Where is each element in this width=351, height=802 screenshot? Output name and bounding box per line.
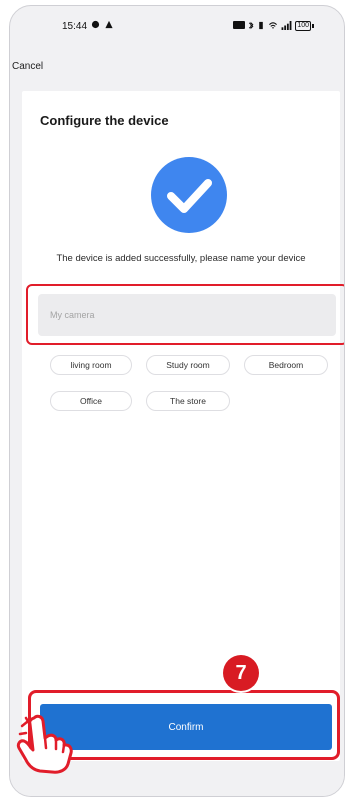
suggestion-chip-study-room[interactable]: Study room bbox=[146, 355, 230, 375]
app-notification-icon bbox=[104, 20, 114, 32]
battery-level: 100 bbox=[295, 21, 311, 31]
status-bar: 15:44 100 bbox=[10, 6, 344, 46]
step-badge: 7 bbox=[223, 655, 259, 691]
confirm-button[interactable]: Confirm bbox=[40, 704, 332, 750]
tap-hand-icon bbox=[16, 712, 76, 774]
success-message: The device is added successfully, please… bbox=[56, 253, 306, 264]
suggestion-chip-living-room[interactable]: living room bbox=[50, 355, 132, 375]
configure-card: Configure the device The device is added… bbox=[22, 91, 344, 761]
suggestion-chip-the-store[interactable]: The store bbox=[146, 391, 230, 411]
notification-icon bbox=[91, 20, 100, 32]
battery-icon: 100 bbox=[295, 21, 314, 31]
signal-icon bbox=[281, 20, 292, 32]
phone-frame: 15:44 100 Cancel Configure the device Th… bbox=[9, 5, 345, 797]
bluetooth-icon bbox=[248, 21, 254, 32]
status-right: 100 bbox=[233, 20, 314, 32]
suggestion-chip-bedroom[interactable]: Bedroom bbox=[244, 355, 328, 375]
vibrate-icon bbox=[257, 21, 265, 32]
page-title: Configure the device bbox=[40, 113, 169, 128]
status-time: 15:44 bbox=[62, 20, 88, 32]
success-check-icon bbox=[150, 156, 228, 234]
data-icon bbox=[233, 21, 246, 31]
suggestion-chip-office[interactable]: Office bbox=[50, 391, 132, 411]
cancel-button[interactable]: Cancel bbox=[12, 61, 43, 72]
status-left: 15:44 bbox=[62, 20, 114, 32]
device-name-input[interactable] bbox=[38, 294, 336, 336]
wifi-icon bbox=[268, 21, 278, 32]
bottom-bar bbox=[10, 776, 344, 796]
